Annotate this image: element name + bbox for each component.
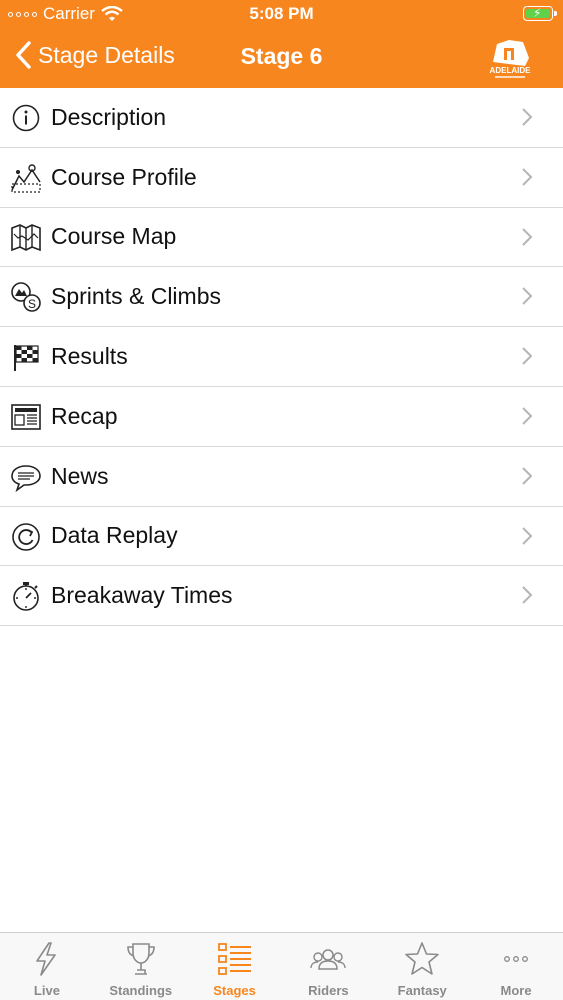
tab-label: More	[500, 983, 532, 998]
menu-item-label: Description	[51, 103, 167, 130]
more-icon	[498, 941, 534, 977]
tab-label: Riders	[308, 983, 349, 998]
tab-riders[interactable]: Riders	[281, 933, 375, 1000]
newspaper-icon	[10, 401, 42, 433]
navigation-bar: Stage Details Stage 6 ADELAIDE	[0, 28, 563, 88]
menu-item-description[interactable]: Description	[0, 88, 563, 148]
menu-item-data-replay[interactable]: Data Replay	[0, 507, 563, 567]
star-icon	[404, 941, 440, 977]
back-button[interactable]: Stage Details	[14, 40, 175, 70]
adelaide-logo: ADELAIDE	[487, 36, 533, 82]
chevron-right-icon	[522, 526, 533, 545]
menu-item-sprints-climbs[interactable]: S Sprints & Climbs	[0, 267, 563, 328]
menu-item-news[interactable]: News	[0, 447, 563, 507]
tab-bar: Live Standings Stages Riders Fantasy Mor…	[0, 932, 563, 1000]
info-icon	[10, 102, 42, 134]
chevron-right-icon	[522, 407, 533, 425]
menu-item-label: Data Replay	[51, 522, 178, 549]
replay-icon	[10, 521, 42, 553]
chevron-right-icon	[522, 287, 533, 306]
tab-fantasy[interactable]: Fantasy	[375, 933, 469, 1000]
stage-menu-list: Description Course Profile Course Map S …	[0, 88, 563, 627]
list-icon	[217, 941, 253, 977]
tab-stages[interactable]: Stages	[188, 933, 282, 1000]
tab-label: Standings	[109, 983, 173, 998]
stopwatch-icon	[10, 580, 42, 612]
header: Carrier 5:08 PM ⚡ Stage Details Stage 6	[0, 0, 563, 88]
sprints-climbs-icon: S	[10, 281, 42, 313]
menu-item-label: News	[51, 462, 109, 489]
trophy-icon	[123, 941, 159, 977]
chevron-right-icon	[522, 227, 533, 246]
menu-item-results[interactable]: Results	[0, 327, 563, 387]
tab-label: Stages	[213, 983, 256, 998]
menu-item-course-map[interactable]: Course Map	[0, 208, 563, 268]
menu-item-label: Recap	[51, 402, 118, 429]
svg-text:ADELAIDE: ADELAIDE	[490, 66, 532, 75]
status-bar: Carrier 5:08 PM ⚡	[0, 0, 563, 28]
tab-standings[interactable]: Standings	[94, 933, 188, 1000]
tab-label: Fantasy	[397, 983, 447, 998]
tab-more[interactable]: More	[469, 933, 563, 1000]
menu-item-recap[interactable]: Recap	[0, 387, 563, 447]
menu-item-label: Course Map	[51, 223, 177, 250]
tab-live[interactable]: Live	[0, 933, 94, 1000]
menu-item-label: Course Profile	[51, 163, 197, 190]
back-label: Stage Details	[38, 41, 175, 68]
chevron-right-icon	[522, 467, 533, 485]
riders-icon	[310, 941, 347, 977]
menu-item-course-profile[interactable]: Course Profile	[0, 148, 563, 208]
lightning-icon	[29, 941, 65, 977]
chevron-right-icon	[522, 108, 533, 126]
battery-icon: ⚡	[523, 6, 557, 21]
map-icon	[10, 222, 42, 254]
adelaide-logo-mark: ADELAIDE	[490, 40, 532, 78]
menu-item-breakaway-times[interactable]: Breakaway Times	[0, 566, 563, 627]
checkered-flag-icon	[10, 341, 42, 373]
course-profile-icon	[10, 162, 42, 194]
clock: 5:08 PM	[249, 4, 314, 23]
tab-label: Live	[33, 983, 60, 998]
chevron-right-icon	[522, 586, 533, 605]
speech-bubble-icon	[10, 461, 42, 493]
chevron-right-icon	[522, 347, 533, 365]
chevron-left-icon	[16, 41, 31, 69]
menu-item-label: Breakaway Times	[51, 582, 233, 609]
menu-item-label: Sprints & Climbs	[51, 283, 221, 310]
svg-text:S: S	[28, 297, 36, 311]
menu-item-label: Results	[51, 343, 128, 370]
chevron-right-icon	[522, 168, 533, 186]
